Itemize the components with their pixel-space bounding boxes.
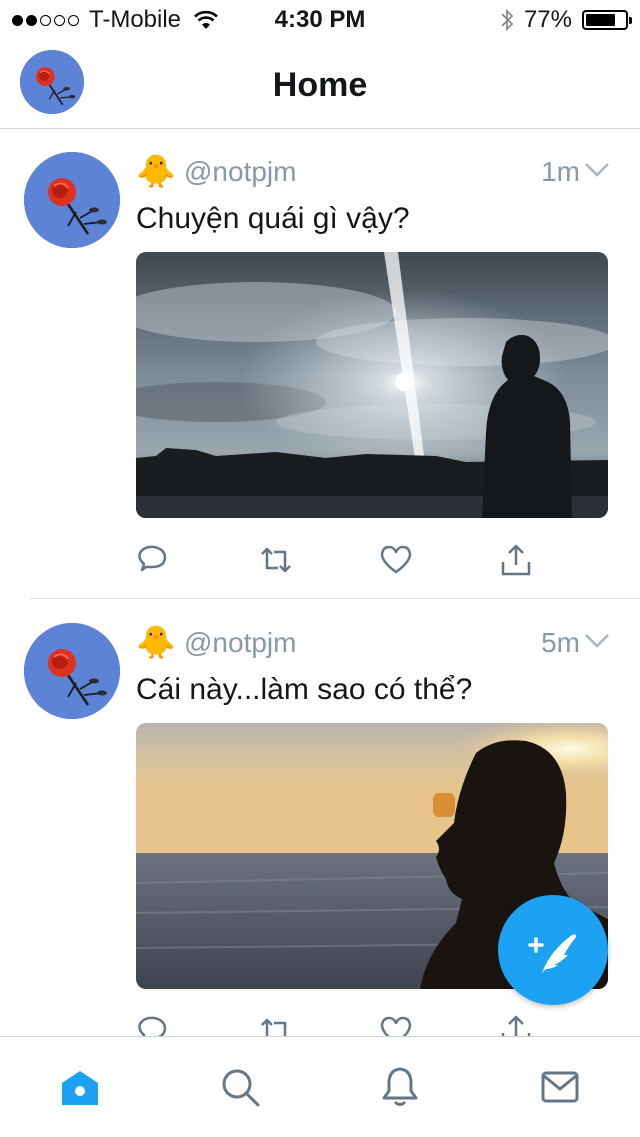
tweet-handle[interactable]: @notpjm [184, 156, 296, 188]
tweet-actions [134, 1013, 554, 1036]
status-left: T-Mobile [12, 6, 219, 34]
tweet-card[interactable]: 🐥 @notpjm 1m Chuyện quái gì vậy? [0, 128, 640, 598]
chick-emoji: 🐥 [136, 153, 176, 189]
retweet-icon[interactable] [258, 1013, 294, 1036]
photo-silhouette-sunlit-clouds [136, 252, 608, 518]
carrier-label: T-Mobile [89, 6, 182, 33]
rose-avatar-icon [24, 152, 120, 248]
compose-quill-icon [528, 934, 576, 973]
tweet-text: Cái này...làm sao có thể? [136, 673, 473, 706]
chick-emoji: 🐥 [136, 624, 176, 660]
tweet-avatar[interactable] [24, 152, 120, 248]
tweet-photo[interactable] [136, 252, 608, 518]
share-icon[interactable] [498, 542, 534, 578]
bluetooth-icon [501, 8, 514, 32]
tweet-handle[interactable]: @notpjm [184, 627, 296, 659]
rose-avatar-icon [24, 623, 120, 719]
signal-strength-icon [12, 14, 79, 26]
tweet-actions [134, 542, 554, 582]
tab-bar [0, 1036, 640, 1137]
tweet-time: 1m [541, 156, 580, 187]
like-icon[interactable] [378, 1013, 414, 1036]
wifi-icon [194, 10, 218, 29]
reply-icon[interactable] [134, 542, 170, 578]
messages-icon[interactable] [538, 1065, 582, 1109]
tweet-time: 5m [541, 627, 580, 658]
nav-bar: Home [0, 40, 640, 129]
status-right: 77% [500, 6, 632, 34]
rose-avatar-icon [20, 50, 84, 114]
chevron-down-icon[interactable] [584, 633, 610, 649]
battery-icon [582, 10, 632, 30]
search-icon[interactable] [218, 1065, 262, 1109]
like-icon[interactable] [378, 542, 414, 578]
reply-icon[interactable] [134, 1013, 170, 1036]
notifications-icon[interactable] [378, 1065, 422, 1109]
tweet-header: 🐥 @notpjm 5m [136, 624, 610, 665]
chevron-down-icon[interactable] [584, 162, 610, 178]
tweet-header: 🐥 @notpjm 1m [136, 153, 610, 194]
share-icon[interactable] [498, 1013, 534, 1036]
compose-tweet-button[interactable] [498, 895, 608, 1005]
retweet-icon[interactable] [258, 542, 294, 578]
page-title: Home [272, 66, 368, 104]
profile-avatar-button[interactable] [20, 50, 84, 114]
tweet-avatar[interactable] [24, 623, 120, 719]
tweet-text: Chuyện quái gì vậy? [136, 202, 410, 235]
home-icon[interactable] [58, 1065, 102, 1109]
status-bar: T-Mobile 4:30 PM 77% [0, 0, 640, 40]
battery-percent: 77% [523, 6, 572, 33]
